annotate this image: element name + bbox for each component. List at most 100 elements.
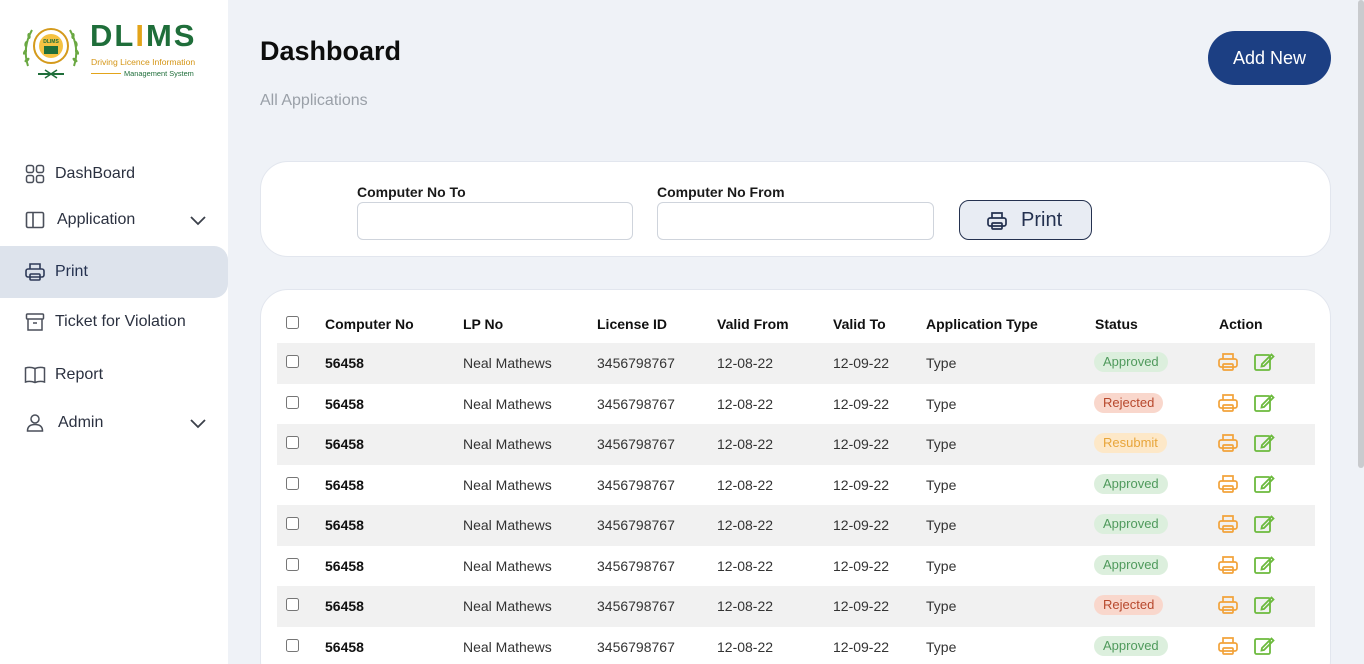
column-header-valid-from[interactable]: Valid From (717, 316, 789, 332)
cell-valid-to: 12-09-22 (833, 395, 890, 412)
column-header-status[interactable]: Status (1095, 316, 1138, 332)
cell-valid-from: 12-08-22 (717, 355, 774, 371)
page-scrollbar[interactable] (1358, 0, 1364, 468)
status-badge: Approved (1094, 352, 1168, 372)
cell-license-id: 3456798767 (597, 557, 675, 574)
edit-action-icon[interactable] (1253, 635, 1275, 657)
row-checkbox[interactable] (286, 598, 299, 611)
sidebar-item-dashboard[interactable]: DashBoard (0, 148, 228, 200)
grid-icon (24, 163, 46, 185)
brand-tagline-line2: Management System (124, 69, 194, 78)
edit-action-icon[interactable] (1253, 554, 1275, 576)
print-action-icon[interactable] (1217, 392, 1239, 414)
cell-license-id: 3456798767 (597, 598, 675, 614)
row-checkbox[interactable] (286, 355, 299, 368)
print-button[interactable]: Print (959, 200, 1092, 240)
applications-table: Computer No LP No License ID Valid From … (260, 289, 1331, 664)
status-badge: Resubmit (1094, 433, 1167, 453)
brand-divider (91, 73, 121, 74)
table-row[interactable]: 56458 Neal Mathews 3456798767 12-08-22 12-09… (277, 384, 1315, 425)
cell-application-type: Type (926, 598, 957, 614)
cell-computer-no: 56458 (325, 476, 364, 493)
sidebar-item-ticket-for-violation[interactable]: Ticket for Violation (0, 296, 228, 348)
sidebar-item-print[interactable]: Print (0, 246, 228, 298)
cell-lp-no: Neal Mathews (463, 557, 552, 574)
table-row[interactable]: 56458 Neal Mathews 3456798767 12-08-22 12-09… (277, 505, 1315, 546)
select-all-checkbox[interactable] (286, 316, 299, 329)
print-action-icon[interactable] (1217, 351, 1239, 373)
printer-icon (24, 261, 46, 283)
cell-license-id: 3456798767 (597, 517, 675, 533)
chevron-down-icon[interactable] (188, 413, 208, 433)
table-row[interactable]: 56458 Neal Mathews 3456798767 12-08-22 12-09… (277, 465, 1315, 506)
cell-lp-no: Neal Mathews (463, 598, 552, 614)
print-action-icon[interactable] (1217, 473, 1239, 495)
table-row[interactable]: 56458 Neal Mathews 3456798767 12-08-22 12-09… (277, 586, 1315, 627)
edit-action-icon[interactable] (1253, 594, 1275, 616)
cell-license-id: 3456798767 (597, 638, 675, 655)
brand-tagline-line1: Driving Licence Information (91, 57, 196, 67)
status-badge: Approved (1094, 514, 1168, 534)
edit-action-icon[interactable] (1253, 351, 1275, 373)
cell-valid-to: 12-09-22 (833, 355, 890, 371)
table-row[interactable]: 56458 Neal Mathews 3456798767 12-08-22 12-09… (277, 424, 1315, 465)
dlims-logo[interactable]: DLIMS DLIMS Driving Licence Information … (18, 16, 218, 86)
print-action-icon[interactable] (1217, 635, 1239, 657)
row-checkbox[interactable] (286, 395, 299, 409)
cell-valid-from: 12-08-22 (717, 598, 774, 614)
edit-action-icon[interactable] (1253, 473, 1275, 495)
column-header-license-id[interactable]: License ID (597, 316, 667, 332)
sidebar-item-label: Application (57, 211, 136, 228)
status-badge: Rejected (1094, 595, 1164, 615)
print-action-icon[interactable] (1217, 594, 1239, 616)
status-badge: Approved (1094, 554, 1168, 575)
computer-no-from-input[interactable] (657, 202, 934, 240)
cell-lp-no: Neal Mathews (463, 355, 552, 371)
edit-action-icon[interactable] (1253, 513, 1275, 535)
print-action-icon[interactable] (1217, 513, 1239, 535)
column-header-valid-to[interactable]: Valid To (833, 316, 886, 332)
sidebar: DLIMS DLIMS Driving Licence Information … (0, 0, 228, 664)
cell-application-type: Type (926, 436, 957, 452)
cell-valid-from: 12-08-22 (717, 436, 774, 452)
cell-application-type: Type (926, 557, 957, 574)
print-action-icon[interactable] (1217, 554, 1239, 576)
cell-valid-from: 12-08-22 (717, 517, 774, 533)
cell-license-id: 3456798767 (597, 476, 675, 493)
edit-action-icon[interactable] (1253, 432, 1275, 454)
row-checkbox[interactable] (286, 517, 299, 530)
user-icon (24, 412, 46, 434)
sidebar-item-label: Print (55, 263, 88, 280)
cell-valid-from: 12-08-22 (717, 557, 774, 574)
cell-license-id: 3456798767 (597, 436, 675, 452)
table-row[interactable]: 56458 Neal Mathews 3456798767 12-08-22 12-09… (277, 627, 1315, 664)
row-checkbox[interactable] (286, 557, 299, 571)
cell-lp-no: Neal Mathews (463, 638, 552, 655)
computer-no-to-input[interactable] (357, 202, 633, 240)
chevron-down-icon[interactable] (188, 210, 208, 230)
open-book-icon (24, 364, 46, 386)
table-row[interactable]: 56458 Neal Mathews 3456798767 12-08-22 12-09… (277, 546, 1315, 587)
column-header-application-type[interactable]: Application Type (926, 316, 1038, 332)
table-row[interactable]: 56458 Neal Mathews 3456798767 12-08-22 12-09… (277, 343, 1315, 384)
cell-application-type: Type (926, 395, 957, 412)
add-new-button[interactable]: Add New (1208, 31, 1331, 85)
print-button-label: Print (1021, 209, 1063, 231)
cell-computer-no: 56458 (325, 638, 364, 655)
emblem-icon: DLIMS (22, 28, 80, 79)
cell-application-type: Type (926, 476, 957, 493)
column-header-computer-no[interactable]: Computer No (325, 316, 414, 332)
column-header-lp-no[interactable]: LP No (463, 316, 503, 332)
row-checkbox[interactable] (286, 476, 299, 490)
cell-valid-to: 12-09-22 (833, 598, 890, 614)
edit-action-icon[interactable] (1253, 392, 1275, 414)
sidebar-item-label: Report (55, 366, 104, 383)
row-checkbox[interactable] (286, 638, 299, 652)
sidebar-item-application[interactable]: Application (0, 194, 228, 246)
print-action-icon[interactable] (1217, 432, 1239, 454)
sidebar-item-report[interactable]: Report (0, 349, 228, 401)
brand-wordmark: DLIMS (90, 18, 197, 53)
row-checkbox[interactable] (286, 436, 299, 449)
sidebar-item-admin[interactable]: Admin (0, 397, 228, 449)
cell-valid-to: 12-09-22 (833, 517, 890, 533)
